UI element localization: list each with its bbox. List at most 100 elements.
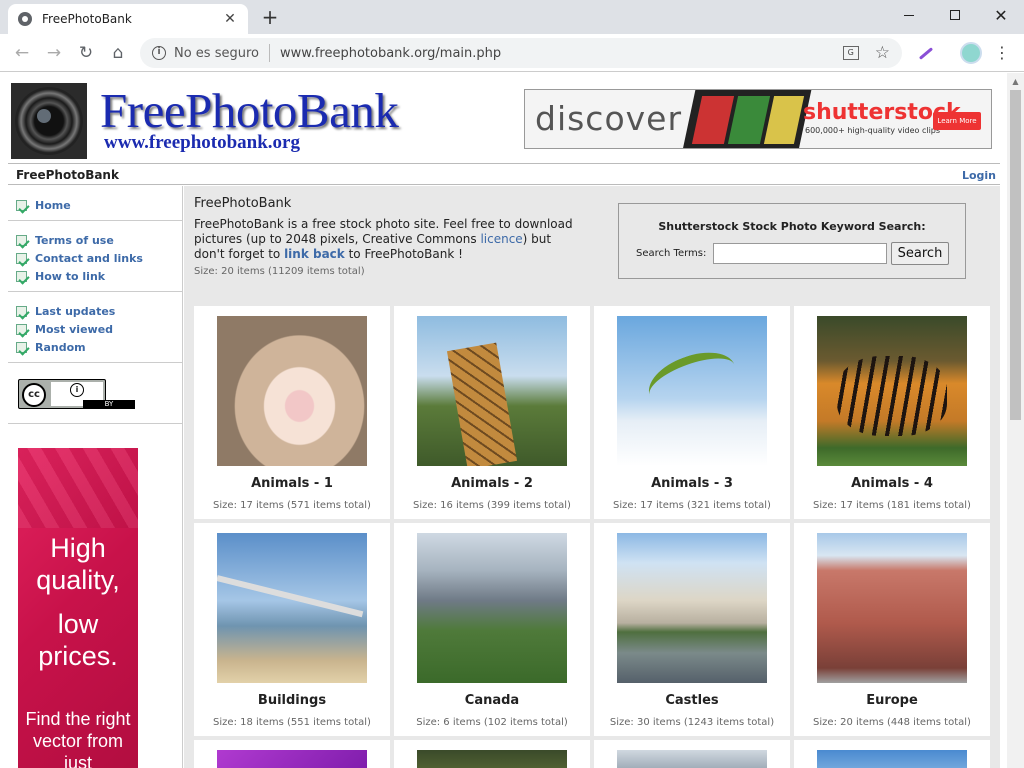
category-thumbnail[interactable] bbox=[417, 533, 567, 683]
category-card[interactable]: Castles Size: 30 items (1243 items total… bbox=[594, 523, 790, 736]
sidebar-item-how-to-link[interactable]: How to link bbox=[16, 267, 182, 285]
page-check-icon bbox=[16, 341, 27, 353]
category-thumbnail[interactable] bbox=[817, 316, 967, 466]
tab-close-icon[interactable]: ✕ bbox=[222, 11, 238, 27]
translate-icon[interactable]: G bbox=[842, 46, 859, 60]
address-bar[interactable]: i No es seguro www.freephotobank.org/mai… bbox=[140, 38, 902, 68]
category-card[interactable] bbox=[794, 740, 990, 768]
back-arrow-icon[interactable]: ← bbox=[10, 42, 34, 64]
site-brand-link[interactable]: FreePhotoBank bbox=[16, 168, 119, 182]
cc-by-block: i BY bbox=[51, 382, 135, 409]
login-link[interactable]: Login bbox=[962, 169, 996, 182]
minimize-icon bbox=[904, 14, 914, 16]
category-name[interactable]: Animals - 4 bbox=[794, 476, 990, 491]
category-card[interactable]: Canada Size: 6 items (102 items total) bbox=[394, 523, 590, 736]
scroll-up-arrow-icon[interactable]: ▲ bbox=[1007, 73, 1024, 90]
new-tab-button[interactable]: + bbox=[258, 6, 282, 30]
page-title: FreePhotoBank bbox=[194, 196, 292, 211]
profile-icon[interactable] bbox=[960, 42, 982, 64]
star-icon[interactable]: ☆ bbox=[875, 43, 890, 63]
category-thumbnail[interactable] bbox=[417, 316, 567, 466]
scrollbar-thumb[interactable] bbox=[1010, 90, 1021, 420]
sidebar-item-random[interactable]: Random bbox=[16, 338, 182, 356]
sidebar-item-contact[interactable]: Contact and links bbox=[16, 249, 182, 267]
reload-icon[interactable]: ↻ bbox=[74, 42, 98, 64]
category-name[interactable]: Animals - 2 bbox=[394, 476, 590, 491]
category-name[interactable]: Canada bbox=[394, 693, 590, 708]
category-thumbnail[interactable] bbox=[617, 316, 767, 466]
category-card[interactable]: Animals - 1 Size: 17 items (571 items to… bbox=[194, 306, 390, 519]
category-thumbnail[interactable] bbox=[617, 533, 767, 683]
category-card[interactable] bbox=[594, 740, 790, 768]
category-card[interactable] bbox=[194, 740, 390, 768]
sidebar-group-main: Home bbox=[8, 186, 182, 221]
url-text[interactable]: www.freephotobank.org/main.php bbox=[280, 46, 843, 61]
globe-favicon-icon bbox=[18, 12, 32, 26]
banner-learn-more-button[interactable]: Learn More bbox=[933, 112, 981, 130]
category-thumbnail[interactable] bbox=[217, 533, 367, 683]
category-card[interactable]: Animals - 4 Size: 17 items (181 items to… bbox=[794, 306, 990, 519]
tab-title: FreePhotoBank bbox=[42, 12, 132, 26]
creative-commons-by-badge[interactable]: cc i BY bbox=[18, 379, 135, 409]
search-button[interactable]: Search bbox=[891, 242, 949, 265]
browser-tab[interactable]: FreePhotoBank ✕ bbox=[8, 4, 248, 34]
forward-arrow-icon[interactable]: → bbox=[42, 42, 66, 64]
site-logo-text[interactable]: FreePhotoBank bbox=[100, 85, 399, 137]
banner-discover-text: discover bbox=[535, 99, 683, 138]
category-name[interactable]: Castles bbox=[594, 693, 790, 708]
sidebar-item-last-updates[interactable]: Last updates bbox=[16, 302, 182, 320]
sidebar-item-most-viewed[interactable]: Most viewed bbox=[16, 320, 182, 338]
sidebar-item-label: Most viewed bbox=[35, 322, 114, 336]
category-count: Size: 16 items (399 items total) bbox=[413, 500, 571, 511]
desc-text-3: to FreePhotoBank ! bbox=[344, 247, 463, 261]
category-name[interactable]: Europe bbox=[794, 693, 990, 708]
category-thumbnail[interactable] bbox=[817, 533, 967, 683]
category-card[interactable]: Animals - 2 Size: 16 items (399 items to… bbox=[394, 306, 590, 519]
link-back-link[interactable]: link back bbox=[284, 247, 345, 261]
sidebar-item-label: Contact and links bbox=[35, 251, 143, 265]
info-icon[interactable]: i bbox=[152, 46, 166, 60]
search-terms-label: Search Terms: bbox=[636, 248, 707, 259]
sidebar-group-license: cc i BY bbox=[8, 379, 182, 424]
category-count: Size: 17 items (181 items total) bbox=[813, 500, 971, 511]
window-close-button[interactable]: ✕ bbox=[978, 0, 1024, 30]
window-maximize-button[interactable] bbox=[932, 0, 978, 30]
category-thumbnail[interactable] bbox=[217, 316, 367, 466]
category-thumbnail[interactable] bbox=[417, 750, 567, 768]
search-terms-input[interactable] bbox=[713, 243, 887, 264]
licence-link[interactable]: licence bbox=[480, 232, 522, 246]
home-icon[interactable]: ⌂ bbox=[106, 42, 130, 64]
category-count: Size: 6 items (102 items total) bbox=[416, 717, 568, 728]
window-minimize-button[interactable] bbox=[886, 0, 932, 30]
page-viewport: FreePhotoBank www.freephotobank.org disc… bbox=[0, 73, 1024, 768]
category-name[interactable]: Buildings bbox=[194, 693, 390, 708]
site-logo-url[interactable]: www.freephotobank.org bbox=[104, 132, 300, 154]
sidebar: Home Terms of use Contact and links How … bbox=[8, 186, 183, 768]
sidebar-item-terms[interactable]: Terms of use bbox=[16, 231, 182, 249]
category-card[interactable]: Europe Size: 20 items (448 items total) bbox=[794, 523, 990, 736]
extension-icon[interactable] bbox=[916, 44, 934, 62]
security-label: No es seguro bbox=[174, 45, 259, 61]
sidebar-item-label: Home bbox=[35, 198, 71, 212]
category-count: Size: 30 items (1243 items total) bbox=[609, 717, 775, 728]
menu-icon[interactable]: ⋮ bbox=[992, 42, 1012, 64]
ad-line-low-prices: low prices. bbox=[38, 609, 118, 671]
category-thumbnail[interactable] bbox=[217, 750, 367, 768]
category-card[interactable] bbox=[394, 740, 590, 768]
category-count: Size: 17 items (321 items total) bbox=[613, 500, 771, 511]
category-name[interactable]: Animals - 1 bbox=[194, 476, 390, 491]
category-card[interactable]: Animals - 3 Size: 17 items (321 items to… bbox=[594, 306, 790, 519]
category-count: Size: 18 items (551 items total) bbox=[213, 717, 371, 728]
sidebar-item-home[interactable]: Home bbox=[16, 196, 182, 214]
sidebar-group-browse: Last updates Most viewed Random bbox=[8, 292, 182, 363]
category-thumbnail[interactable] bbox=[617, 750, 767, 768]
category-name[interactable]: Animals - 3 bbox=[594, 476, 790, 491]
page-scrollbar[interactable]: ▲ bbox=[1007, 73, 1024, 768]
camera-lens-logo-icon[interactable] bbox=[11, 83, 87, 159]
sidebar-group-info: Terms of use Contact and links How to li… bbox=[8, 221, 182, 292]
sidebar-vector-ad[interactable]: High quality, low prices. Find the right… bbox=[18, 448, 138, 768]
site-header: FreePhotoBank www.freephotobank.org disc… bbox=[8, 81, 1000, 161]
category-thumbnail[interactable] bbox=[817, 750, 967, 768]
category-card[interactable]: Buildings Size: 18 items (551 items tota… bbox=[194, 523, 390, 736]
shutterstock-banner-ad[interactable]: discover shutterstock 600,000+ high-qual… bbox=[524, 89, 992, 149]
